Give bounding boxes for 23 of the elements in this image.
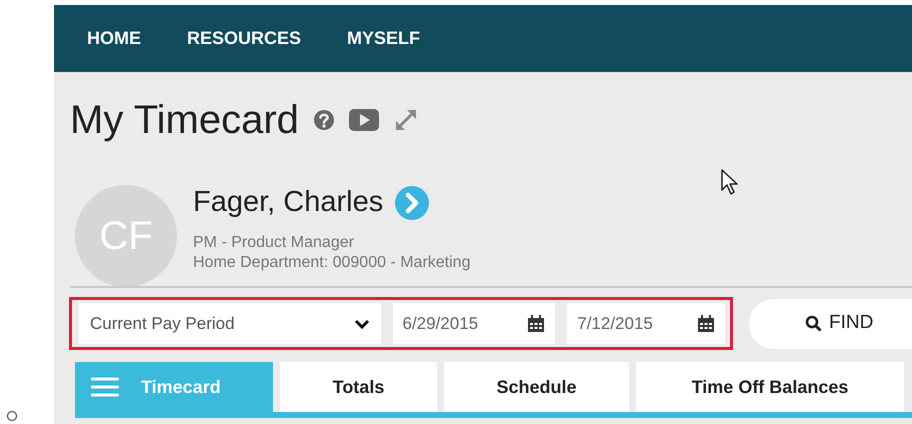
end-date-field[interactable]: 7/12/2015 [567,303,725,344]
tab[interactable]: Totals [280,362,437,412]
employee-position: PM - Product Manager [193,232,355,252]
help-icon[interactable] [312,109,335,131]
employee-department: Home Department: 009000 - Marketing [193,252,470,272]
chevron-down-icon [354,318,370,330]
pay-period-dropdown[interactable]: Current Pay Period [79,303,380,344]
start-date-field[interactable]: 6/29/2015 [392,303,556,344]
menu-icon [91,377,119,397]
nav-link[interactable]: MYSELF [347,25,420,52]
calendar-icon[interactable] [527,314,546,332]
find-button[interactable]: FIND [749,298,912,348]
ring-icon [6,410,18,422]
nav-link[interactable]: HOME [87,25,141,52]
calendar-icon[interactable] [697,314,715,332]
nav-link[interactable]: RESOURCES [187,25,302,52]
tab[interactable]: Time Off Balances [636,362,904,412]
page-title: My Timecard [70,100,299,140]
mouse-pointer-icon [720,168,740,196]
search-icon [805,315,822,332]
tab[interactable]: Schedule [444,362,629,412]
employee-name: Fager, Charles [193,185,384,220]
video-play-icon[interactable] [348,109,379,131]
